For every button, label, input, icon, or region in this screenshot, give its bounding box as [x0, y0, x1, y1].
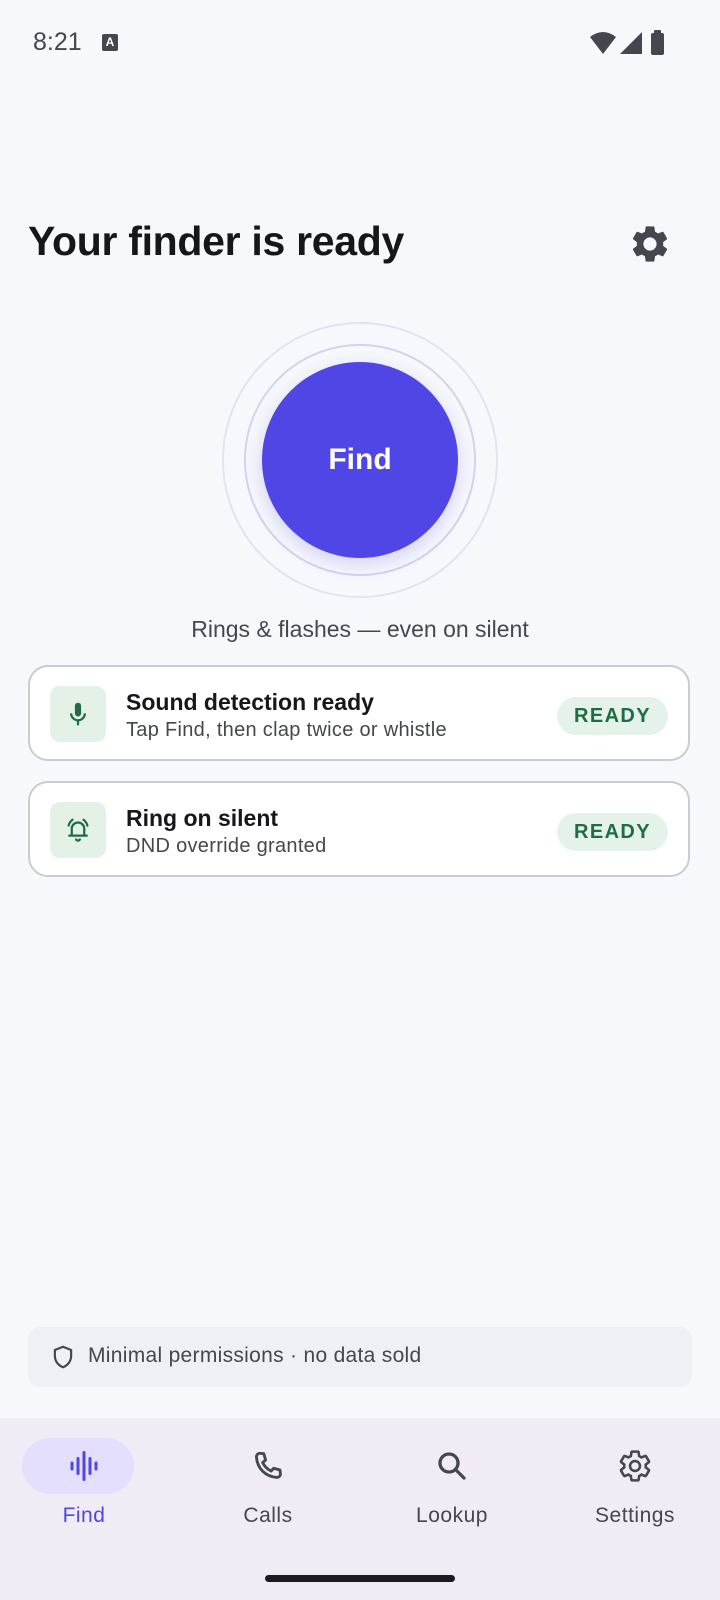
battery-icon	[651, 30, 664, 55]
gear-icon[interactable]	[628, 222, 672, 266]
nav-item-find[interactable]: Find	[0, 1418, 174, 1558]
cellular-signal-icon	[620, 32, 642, 54]
home-indicator[interactable]	[265, 1575, 455, 1582]
gear-icon	[619, 1450, 651, 1482]
page-title: Your finder is ready	[28, 218, 405, 264]
nav-label: Calls	[243, 1504, 293, 1527]
status-badge: READY	[556, 697, 668, 735]
phone-icon	[255, 1451, 282, 1479]
card-title: Sound detection ready	[126, 689, 374, 715]
bottom-navigation: Find Calls Lookup Settings	[0, 1418, 720, 1600]
privacy-text: Minimal permissions · no data sold	[88, 1344, 422, 1367]
privacy-note: Minimal permissions · no data sold	[28, 1327, 692, 1387]
status-badge: READY	[556, 813, 668, 851]
wifi-icon	[590, 32, 616, 54]
nav-item-settings[interactable]: Settings	[545, 1418, 720, 1558]
nav-item-lookup[interactable]: Lookup	[362, 1418, 542, 1558]
find-button[interactable]: Find	[262, 362, 458, 558]
microphone-icon	[50, 686, 106, 742]
card-subtitle: DND override granted	[126, 835, 327, 857]
shield-icon	[53, 1345, 73, 1369]
bell-ring-icon	[50, 802, 106, 858]
find-subtitle: Rings & flashes — even on silent	[191, 616, 529, 642]
keyboard-notification-icon: A	[102, 34, 118, 51]
ring-on-silent-card[interactable]: Ring on silent DND override granted READ…	[28, 781, 690, 877]
waveform-icon	[70, 1451, 98, 1481]
status-bar: 8:21 A	[0, 0, 720, 88]
card-title: Ring on silent	[126, 805, 279, 831]
nav-label: Settings	[595, 1504, 675, 1527]
card-subtitle: Tap Find, then clap twice or whistle	[126, 719, 447, 741]
status-icons	[590, 30, 664, 55]
find-button-area: Find	[222, 322, 498, 598]
status-time: 8:21	[33, 28, 82, 56]
nav-label: Lookup	[416, 1504, 488, 1527]
nav-label: Find	[62, 1504, 106, 1527]
nav-item-calls[interactable]: Calls	[178, 1418, 358, 1558]
sound-detection-card[interactable]: Sound detection ready Tap Find, then cla…	[28, 665, 690, 761]
search-icon	[438, 1452, 466, 1480]
